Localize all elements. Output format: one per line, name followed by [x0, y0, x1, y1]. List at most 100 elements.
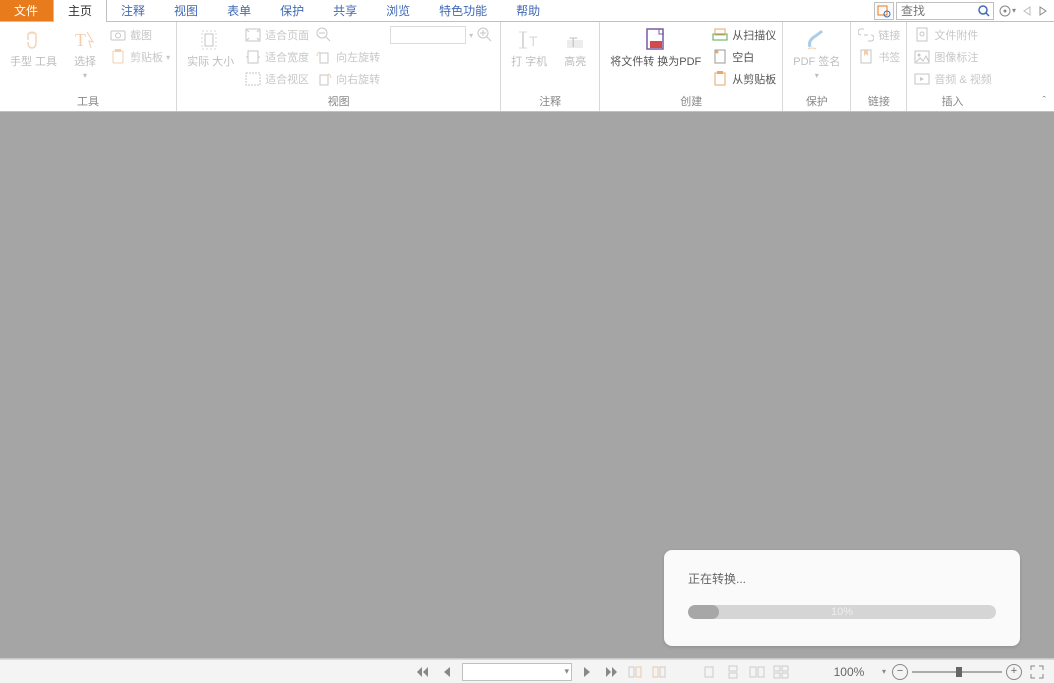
- fit-width-button[interactable]: 适合宽度: [242, 46, 311, 68]
- camera-icon: [109, 26, 127, 44]
- screenshot-button[interactable]: 截图: [107, 24, 172, 46]
- zoom-out-button[interactable]: [313, 24, 382, 46]
- audio-video-label: 音频 & 视频: [934, 71, 991, 87]
- layout-single-icon[interactable]: [700, 663, 718, 681]
- fit-visible-button[interactable]: 适合视区: [242, 68, 311, 90]
- convert-to-pdf-button[interactable]: 将文件转 换为PDF: [604, 24, 707, 71]
- audio-video-button[interactable]: 音频 & 视频: [911, 68, 993, 90]
- search-box[interactable]: [896, 2, 994, 20]
- typewriter-button[interactable]: T 打 字机: [505, 24, 553, 71]
- actual-size-icon: [197, 26, 225, 54]
- chevron-down-icon: ▾: [815, 71, 819, 80]
- progress-percent: 10%: [688, 605, 996, 619]
- menu-tab-form[interactable]: 表单: [213, 0, 266, 21]
- bookmark-button[interactable]: 书签: [855, 46, 902, 68]
- clipboard-label: 剪贴板: [130, 49, 163, 65]
- nav-next-icon[interactable]: [1036, 6, 1050, 16]
- group-label-tools: 工具: [4, 91, 172, 111]
- menu-tab-special[interactable]: 特色功能: [425, 0, 502, 21]
- rotate-left-label: 向左旋转: [336, 49, 380, 65]
- from-scanner-label: 从扫描仪: [732, 27, 776, 43]
- rotate-right-label: 向右旋转: [336, 71, 380, 87]
- clipboard-icon: [109, 48, 127, 66]
- hand-tool-button[interactable]: 手型 工具: [4, 24, 63, 71]
- attachment-label: 文件附件: [934, 27, 978, 43]
- zoom-dropdown-icon[interactable]: ▾: [882, 667, 886, 676]
- menu-tab-protect[interactable]: 保护: [266, 0, 319, 21]
- rotate-left-button[interactable]: 向左旋转: [313, 46, 382, 68]
- settings-icon[interactable]: ▾: [996, 4, 1018, 18]
- ribbon-toolbar: 手型 工具 T 选择 ▾ 截图 剪贴板▾ 工具: [0, 22, 1054, 112]
- menu-tab-annotate[interactable]: 注释: [107, 0, 160, 21]
- menu-tab-help[interactable]: 帮助: [502, 0, 555, 21]
- menu-tab-share[interactable]: 共享: [319, 0, 372, 21]
- ribbon-group-annotate: T 打 字机 T 高亮 注释: [501, 22, 600, 111]
- svg-text:T: T: [529, 33, 538, 49]
- zoom-out-button[interactable]: −: [892, 664, 908, 680]
- chevron-down-icon: ▾: [83, 71, 87, 80]
- from-clipboard-button[interactable]: 从剪贴板: [709, 68, 778, 90]
- from-scanner-button[interactable]: 从扫描仪: [709, 24, 778, 46]
- zoom-in-button[interactable]: +: [1006, 664, 1022, 680]
- zoom-combo[interactable]: [390, 26, 466, 44]
- attachment-button[interactable]: 文件附件: [911, 24, 993, 46]
- next-page-icon[interactable]: [578, 663, 596, 681]
- scanner-icon: [711, 26, 729, 44]
- svg-text:T: T: [75, 30, 86, 50]
- layout-facing-icon[interactable]: [748, 663, 766, 681]
- convert-label: 将文件转 换为PDF: [610, 56, 701, 69]
- hand-icon: [20, 26, 48, 54]
- image-annot-button[interactable]: 图像标注: [911, 46, 993, 68]
- menu-tab-home[interactable]: 主页: [53, 0, 107, 21]
- link-icon: [857, 26, 875, 44]
- from-clipboard-icon: [711, 70, 729, 88]
- attachment-icon: [913, 26, 931, 44]
- slider-track[interactable]: [912, 671, 1002, 673]
- menu-tab-view[interactable]: 视图: [160, 0, 213, 21]
- actual-size-button[interactable]: 实际 大小: [181, 24, 240, 71]
- search-input[interactable]: [897, 3, 975, 19]
- svg-text:T: T: [569, 34, 578, 50]
- find-tool-icon[interactable]: [874, 2, 894, 20]
- pdf-sign-button[interactable]: PDF 签名 ▾: [787, 24, 846, 82]
- zoom-slider[interactable]: − +: [892, 664, 1022, 680]
- slider-knob[interactable]: [956, 667, 962, 677]
- screenshot-label: 截图: [130, 27, 152, 43]
- view-mode-b-icon[interactable]: [650, 663, 668, 681]
- menu-file[interactable]: 文件: [0, 0, 53, 21]
- menu-tab-browse[interactable]: 浏览: [372, 0, 425, 21]
- view-mode-a-icon[interactable]: [626, 663, 644, 681]
- fit-page-button[interactable]: 适合页面: [242, 24, 311, 46]
- last-page-icon[interactable]: [602, 663, 620, 681]
- conversion-progress-popup: 正在转换... 10%: [664, 550, 1020, 646]
- select-icon: T: [71, 26, 99, 54]
- ribbon-group-view: 实际 大小 适合页面 适合宽度 适合视区 向左旋转 向右旋转 ▾ 视图: [177, 22, 501, 111]
- page-number-box[interactable]: ▾: [462, 663, 572, 681]
- search-icon[interactable]: [975, 5, 993, 17]
- fullscreen-icon[interactable]: [1028, 663, 1046, 681]
- group-label-insert: 插入: [911, 91, 993, 111]
- layout-cont-facing-icon[interactable]: [772, 663, 790, 681]
- ribbon-group-links: 链接 书签 链接: [851, 22, 907, 111]
- prev-page-icon[interactable]: [438, 663, 456, 681]
- progress-bar: 10%: [688, 605, 996, 619]
- ribbon-collapse-icon[interactable]: ˆ: [1042, 95, 1046, 107]
- blank-doc-button[interactable]: 空白: [709, 46, 778, 68]
- rotate-right-button[interactable]: 向右旋转: [313, 68, 382, 90]
- select-tool-button[interactable]: T 选择 ▾: [65, 24, 105, 82]
- clipboard-button[interactable]: 剪贴板▾: [107, 46, 172, 68]
- layout-continuous-icon[interactable]: [724, 663, 742, 681]
- first-page-icon[interactable]: [414, 663, 432, 681]
- rotate-left-icon: [315, 48, 333, 66]
- select-tool-label: 选择: [74, 56, 96, 69]
- highlight-icon: T: [561, 26, 589, 54]
- group-label-annotate: 注释: [505, 91, 595, 111]
- zoom-in-icon[interactable]: [476, 26, 494, 44]
- actual-size-label: 实际 大小: [187, 56, 234, 69]
- nav-prev-icon[interactable]: [1020, 6, 1034, 16]
- blank-label: 空白: [732, 49, 754, 65]
- ribbon-group-insert: 文件附件 图像标注 音频 & 视频 插入: [907, 22, 997, 111]
- zoom-percent: 100%: [822, 665, 876, 679]
- link-button[interactable]: 链接: [855, 24, 902, 46]
- highlight-button[interactable]: T 高亮: [555, 24, 595, 71]
